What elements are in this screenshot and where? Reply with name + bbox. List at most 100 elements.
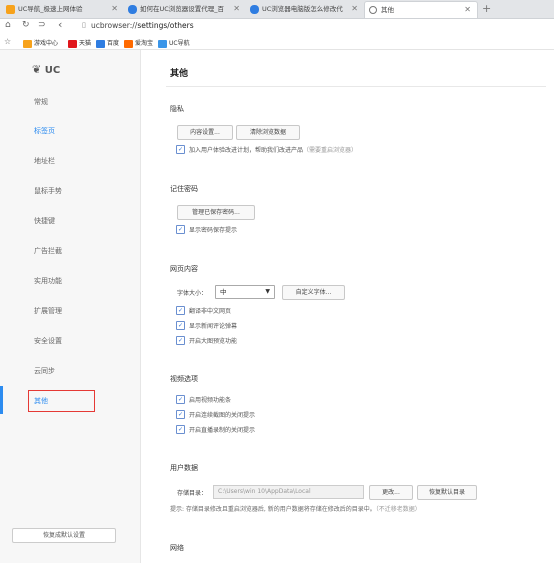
live-record-close-prompt-checkbox[interactable]: ✓ 开启直播录制的关闭提示 bbox=[176, 425, 255, 435]
paw-icon bbox=[250, 5, 259, 14]
checkbox-icon: ✓ bbox=[176, 321, 185, 330]
sidebar-item-address-bar[interactable]: 地址栏 bbox=[34, 156, 55, 166]
bookmark-label: 爱淘宝 bbox=[135, 40, 154, 47]
checkbox-icon: ✓ bbox=[176, 306, 185, 315]
tmall-icon bbox=[68, 39, 77, 48]
bookmark-game-center[interactable]: 游戏中心 bbox=[23, 38, 58, 48]
tab-settings-others[interactable]: 其他 ✕ bbox=[364, 1, 478, 18]
section-userdata-heading: 用户数据 bbox=[170, 464, 198, 472]
sidebar-item-shortcuts[interactable]: 快捷键 bbox=[34, 216, 55, 226]
storage-dir-label: 存储目录： bbox=[177, 490, 208, 497]
sidebar-item-tabs[interactable]: 标签页 bbox=[34, 126, 55, 136]
tab-proxy-guide[interactable]: 如何在UC浏览器设置代理_百 ✕ bbox=[124, 1, 246, 18]
note-text: 提示: 存储目录修改且重启浏览器后, 新的用户数据将存储在修改后的目录中。 bbox=[170, 506, 376, 513]
gear-icon bbox=[369, 6, 377, 14]
tab-label: UC浏览器电脑版怎么修改代 bbox=[262, 5, 343, 13]
news-danmaku-checkbox[interactable]: ✓ 显示新闻评论弹幕 bbox=[176, 321, 237, 331]
checkbox-icon: ✓ bbox=[176, 425, 185, 434]
dropdown-arrow-icon: ▼ bbox=[265, 288, 270, 295]
restore-default-dir-button[interactable]: 恢复默认目录 bbox=[417, 485, 477, 500]
divider bbox=[166, 86, 546, 87]
url-path: settings/others bbox=[137, 21, 194, 30]
new-tab-button[interactable]: + bbox=[482, 1, 491, 17]
checkbox-icon: ✓ bbox=[176, 225, 185, 234]
sidebar-item-mouse-gestures[interactable]: 鼠标手势 bbox=[34, 186, 62, 196]
font-size-label: 字体大小： bbox=[177, 290, 208, 297]
forward-icon[interactable]: ⊃ bbox=[38, 20, 46, 30]
address-bar[interactable]: ucbrowser://settings/others bbox=[91, 21, 194, 30]
screenshot-close-prompt-checkbox[interactable]: ✓ 开启连续截图的关闭提示 bbox=[176, 410, 255, 420]
manage-passwords-button[interactable]: 管理已保存密码... bbox=[177, 205, 255, 220]
refresh-icon[interactable]: ↻ bbox=[22, 20, 30, 30]
section-password-heading: 记住密码 bbox=[170, 185, 198, 193]
checkbox-label: 启用视频功能条 bbox=[189, 397, 232, 404]
image-preview-checkbox[interactable]: ✓ 开启大图预览功能 bbox=[176, 336, 237, 346]
custom-font-button[interactable]: 自定义字体... bbox=[282, 285, 345, 300]
show-password-prompt-checkbox[interactable]: ✓ 显示密码保存提示 bbox=[176, 225, 237, 235]
tab-label: 其他 bbox=[381, 6, 394, 14]
page-title: 其他 bbox=[170, 69, 189, 79]
uc-logo: ❦ UC bbox=[32, 63, 60, 76]
checkbox-label: 显示新闻评论弹幕 bbox=[189, 323, 238, 330]
sidebar-item-cloud-sync[interactable]: 云同步 bbox=[34, 366, 55, 376]
uc-icon bbox=[6, 5, 15, 14]
highlight-box bbox=[28, 390, 95, 412]
page-icon: ▯ bbox=[82, 21, 86, 29]
translate-pages-checkbox[interactable]: ✓ 翻译非中文网页 bbox=[176, 306, 231, 316]
paw-icon bbox=[128, 5, 137, 14]
content-settings-button[interactable]: 内容设置... bbox=[177, 125, 233, 140]
bookmark-label: 天猫 bbox=[79, 40, 92, 47]
video-toolbar-checkbox[interactable]: ✓ 启用视频功能条 bbox=[176, 395, 231, 405]
clear-browsing-data-button[interactable]: 清除浏览数据 bbox=[236, 125, 300, 140]
close-icon[interactable]: ✕ bbox=[351, 1, 358, 17]
checkbox-label: 开启连续截图的关闭提示 bbox=[189, 412, 256, 419]
change-dir-button[interactable]: 更改... bbox=[369, 485, 413, 500]
checkbox-icon: ✓ bbox=[176, 410, 185, 419]
storage-dir-input[interactable]: C:\Users\win 10\AppData\Local bbox=[213, 485, 364, 499]
font-size-select[interactable]: 中 ▼ bbox=[215, 285, 275, 299]
checkbox-label: 加入用户体验改进计划，帮助我们改进产品 bbox=[189, 147, 304, 154]
tab-label: 如何在UC浏览器设置代理_百 bbox=[140, 5, 225, 13]
checkbox-label: 开启直播录制的关闭提示 bbox=[189, 427, 256, 434]
section-privacy-heading: 隐私 bbox=[170, 105, 184, 113]
checkbox-label: 开启大图预览功能 bbox=[189, 338, 238, 345]
section-network-heading: 网络 bbox=[170, 544, 184, 552]
sidebar-item-utilities[interactable]: 实用功能 bbox=[34, 276, 62, 286]
url-scheme: ucbrowser:// bbox=[91, 21, 138, 30]
sidebar-item-general[interactable]: 常规 bbox=[34, 97, 48, 107]
bookmark-tmall[interactable]: 天猫 bbox=[68, 38, 91, 48]
section-webcontent-heading: 网页内容 bbox=[170, 265, 198, 273]
bookmark-aitaobao[interactable]: 爱淘宝 bbox=[124, 38, 153, 48]
back-icon[interactable]: ‹ bbox=[58, 18, 62, 31]
close-icon[interactable]: ✕ bbox=[111, 1, 118, 17]
join-ux-checkbox[interactable]: ✓ 加入用户体验改进计划，帮助我们改进产品（需要重启浏览器） bbox=[176, 145, 357, 155]
game-icon bbox=[23, 39, 32, 48]
bookmark-label: 百度 bbox=[107, 40, 120, 47]
star-icon[interactable]: ☆ bbox=[4, 37, 11, 46]
checkbox-label: 翻译非中文网页 bbox=[189, 308, 232, 315]
checkbox-icon: ✓ bbox=[176, 336, 185, 345]
checkbox-icon: ✓ bbox=[176, 145, 185, 154]
taobao-icon bbox=[124, 39, 133, 48]
tab-label: UC导航_极速上网体验 bbox=[18, 5, 83, 13]
checkbox-label: 显示密码保存提示 bbox=[189, 227, 238, 234]
squirrel-icon: ❦ bbox=[32, 63, 42, 76]
section-video-heading: 视频选项 bbox=[170, 375, 198, 383]
bookmark-baidu[interactable]: 百度 bbox=[96, 38, 119, 48]
select-value: 中 bbox=[220, 288, 227, 296]
close-icon[interactable]: ✕ bbox=[233, 1, 240, 17]
home-icon[interactable]: ⌂ bbox=[5, 20, 11, 30]
tab-proxy-edit[interactable]: UC浏览器电脑版怎么修改代 ✕ bbox=[246, 1, 364, 18]
tab-uc-nav[interactable]: UC导航_极速上网体验 ✕ bbox=[2, 1, 124, 18]
reset-defaults-button[interactable]: 恢复成默认设置 bbox=[12, 528, 116, 543]
bookmark-label: UC导航 bbox=[169, 40, 190, 47]
storage-note: 提示: 存储目录修改且重启浏览器后, 新的用户数据将存储在修改后的目录中。（不迁… bbox=[170, 504, 421, 513]
checkbox-icon: ✓ bbox=[176, 395, 185, 404]
sidebar-item-adblock[interactable]: 广告拦截 bbox=[34, 246, 62, 256]
bookmark-uc-nav[interactable]: UC导航 bbox=[158, 38, 190, 48]
close-icon[interactable]: ✕ bbox=[464, 2, 471, 18]
sidebar-item-security[interactable]: 安全设置 bbox=[34, 336, 62, 346]
sidebar-item-extensions[interactable]: 扩展管理 bbox=[34, 306, 62, 316]
bookmark-label: 游戏中心 bbox=[34, 40, 59, 47]
checkbox-hint: （需要重启浏览器） bbox=[303, 147, 358, 154]
